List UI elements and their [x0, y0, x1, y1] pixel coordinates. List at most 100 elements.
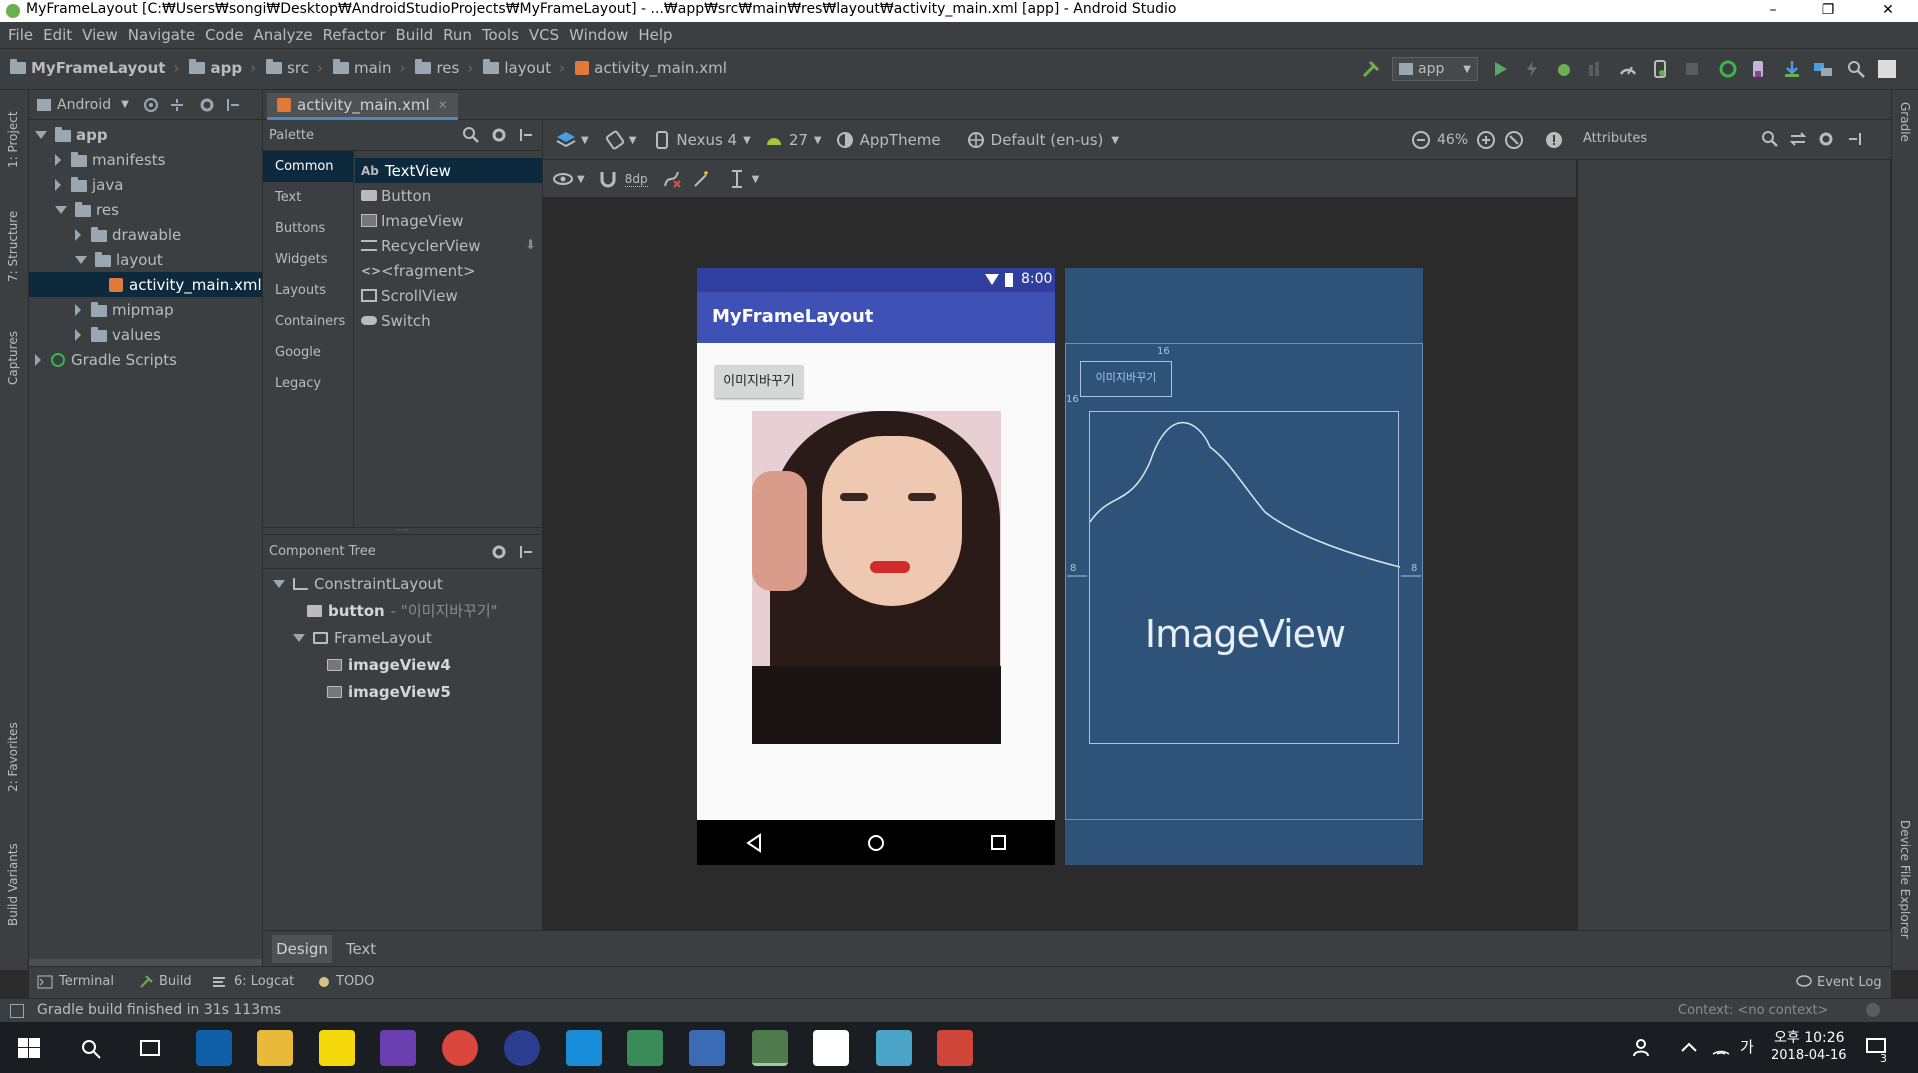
recents-icon[interactable] — [990, 834, 1008, 852]
sourcetree-icon[interactable] — [627, 1030, 663, 1066]
menu-analyze[interactable]: Analyze — [253, 26, 312, 44]
palette-item[interactable]: ScrollView — [355, 283, 542, 308]
expand-arrow-icon[interactable] — [55, 205, 67, 214]
android-studio-taskbar-icon[interactable] — [752, 1030, 788, 1066]
zoom-out-icon[interactable] — [1411, 130, 1431, 150]
orientation-icon[interactable] — [605, 130, 625, 150]
clock-time[interactable]: 오후 10:26 — [1774, 1027, 1845, 1047]
breadcrumb-item[interactable]: MyFrameLayout › — [10, 59, 179, 77]
chevron-down-icon[interactable]: ▼ — [577, 174, 585, 185]
sync-gradle-icon[interactable] — [1718, 59, 1738, 79]
download-icon[interactable]: ⬇ — [525, 238, 536, 253]
search-icon[interactable] — [80, 1038, 102, 1060]
captures-tool-tab[interactable]: Captures — [6, 331, 20, 385]
structure-tool-tab[interactable]: 7: Structure — [6, 211, 20, 282]
hide-panel-icon[interactable] — [518, 127, 534, 143]
file-explorer-icon[interactable] — [257, 1030, 293, 1066]
hide-panel-icon[interactable] — [225, 97, 241, 113]
breadcrumb-item[interactable]: res › — [415, 59, 473, 77]
sdk-manager-icon[interactable] — [1782, 59, 1802, 79]
search-everywhere-icon[interactable] — [1846, 59, 1866, 79]
menu-run[interactable]: Run — [443, 26, 472, 44]
gear-icon[interactable] — [490, 126, 508, 144]
eclipse-icon[interactable] — [504, 1030, 540, 1066]
default-margin-select[interactable]: 8dp — [624, 172, 648, 187]
device-phone-icon[interactable] — [654, 130, 670, 150]
eye-icon[interactable] — [553, 171, 573, 187]
stop-icon[interactable] — [1682, 59, 1702, 79]
component-tree-item[interactable]: ConstraintLayout — [263, 570, 542, 597]
project-tree-item[interactable]: layout — [29, 247, 262, 272]
text-tab[interactable]: Text — [337, 935, 385, 963]
menu-tools[interactable]: Tools — [482, 26, 519, 44]
palette-category-text[interactable]: Text — [263, 182, 353, 213]
breadcrumb-item[interactable]: layout › — [483, 59, 565, 77]
device-file-explorer-tab[interactable]: Device File Explorer — [1898, 820, 1912, 939]
debug-icon[interactable] — [1554, 59, 1574, 79]
expand-arrow-icon[interactable] — [273, 579, 285, 588]
magnet-autoconnect-icon[interactable] — [599, 170, 617, 188]
palette-category-common[interactable]: Common — [263, 151, 353, 182]
globe-icon[interactable] — [967, 131, 985, 149]
project-tree-item[interactable]: mipmap — [29, 297, 262, 322]
theme-select[interactable]: AppTheme — [860, 131, 941, 149]
sticky-notes-icon[interactable] — [813, 1030, 849, 1066]
menu-code[interactable]: Code — [205, 26, 243, 44]
project-tree-item[interactable]: values — [29, 322, 262, 347]
component-tree-item[interactable]: imageView4 — [263, 651, 542, 678]
chrome-icon[interactable] — [442, 1030, 478, 1066]
palette-category-buttons[interactable]: Buttons — [263, 213, 353, 244]
project-tree-item[interactable]: manifests — [29, 147, 262, 172]
swap-view-icon[interactable] — [1789, 130, 1807, 148]
visual-studio-icon[interactable] — [380, 1030, 416, 1066]
edge-icon[interactable] — [196, 1030, 232, 1066]
project-tree-item[interactable]: drawable — [29, 222, 262, 247]
toggle-tool-windows-icon[interactable] — [10, 1004, 24, 1018]
menu-build[interactable]: Build — [396, 26, 434, 44]
palette-item[interactable]: RecyclerView ⬇ — [355, 233, 542, 258]
home-icon[interactable] — [866, 833, 886, 853]
network-icon[interactable] — [1711, 1038, 1731, 1056]
expand-arrow-icon[interactable] — [75, 255, 87, 264]
layers-design-blueprint-icon[interactable] — [555, 130, 577, 150]
clock-date[interactable]: 2018-04-16 — [1771, 1048, 1847, 1063]
notepad-icon[interactable] — [876, 1030, 912, 1066]
zoom-to-fit-icon[interactable] — [1504, 130, 1524, 150]
memory-indicator-icon[interactable] — [1866, 1003, 1880, 1017]
expand-arrow-icon[interactable] — [35, 130, 47, 139]
project-tree-item[interactable]: java — [29, 172, 262, 197]
palette-item[interactable]: Button — [355, 183, 542, 208]
build-tool-button[interactable]: Build — [139, 974, 192, 989]
minimize-button[interactable]: – — [1750, 0, 1796, 22]
api-level-select[interactable]: 27 — [789, 131, 808, 149]
collapse-arrow-icon[interactable] — [75, 328, 81, 341]
user-avatar[interactable] — [1878, 60, 1896, 78]
palette-category-google[interactable]: Google — [263, 337, 353, 368]
infer-constraints-icon[interactable] — [692, 169, 712, 189]
clear-constraints-icon[interactable] — [662, 169, 682, 189]
chevron-down-icon[interactable]: ▼ — [814, 135, 822, 146]
collapse-all-icon[interactable] — [169, 97, 185, 113]
search-icon[interactable] — [1761, 130, 1779, 148]
editor-tab-activity-main[interactable]: activity_main.xml ✕ — [267, 93, 458, 120]
palette-item[interactable]: <> <fragment> — [355, 258, 542, 283]
chevron-up-icon[interactable] — [1680, 1040, 1698, 1054]
restore-button[interactable]: ❐ — [1805, 0, 1851, 22]
menu-edit[interactable]: Edit — [43, 26, 72, 44]
chevron-down-icon[interactable]: ▼ — [1111, 135, 1119, 146]
collapse-arrow-icon[interactable] — [55, 178, 61, 191]
project-tree-item[interactable]: activity_main.xml — [29, 272, 262, 297]
device-select[interactable]: Nexus 4 — [676, 131, 737, 149]
build-variants-tool-tab[interactable]: Build Variants — [6, 843, 20, 926]
warnings-icon[interactable] — [1544, 130, 1564, 150]
avd-manager-icon[interactable] — [1748, 59, 1768, 79]
menu-refactor[interactable]: Refactor — [323, 26, 386, 44]
run-icon[interactable] — [1490, 59, 1510, 79]
app-icon-hash[interactable] — [689, 1030, 725, 1066]
palette-item[interactable]: Switch — [355, 308, 542, 333]
breadcrumb-item[interactable]: app › — [189, 59, 256, 77]
component-tree-item[interactable]: button - "이미지바꾸기" — [263, 597, 542, 624]
guidelines-icon[interactable] — [728, 169, 746, 189]
gear-icon[interactable] — [490, 543, 508, 561]
kakaotalk-icon[interactable] — [319, 1030, 355, 1066]
